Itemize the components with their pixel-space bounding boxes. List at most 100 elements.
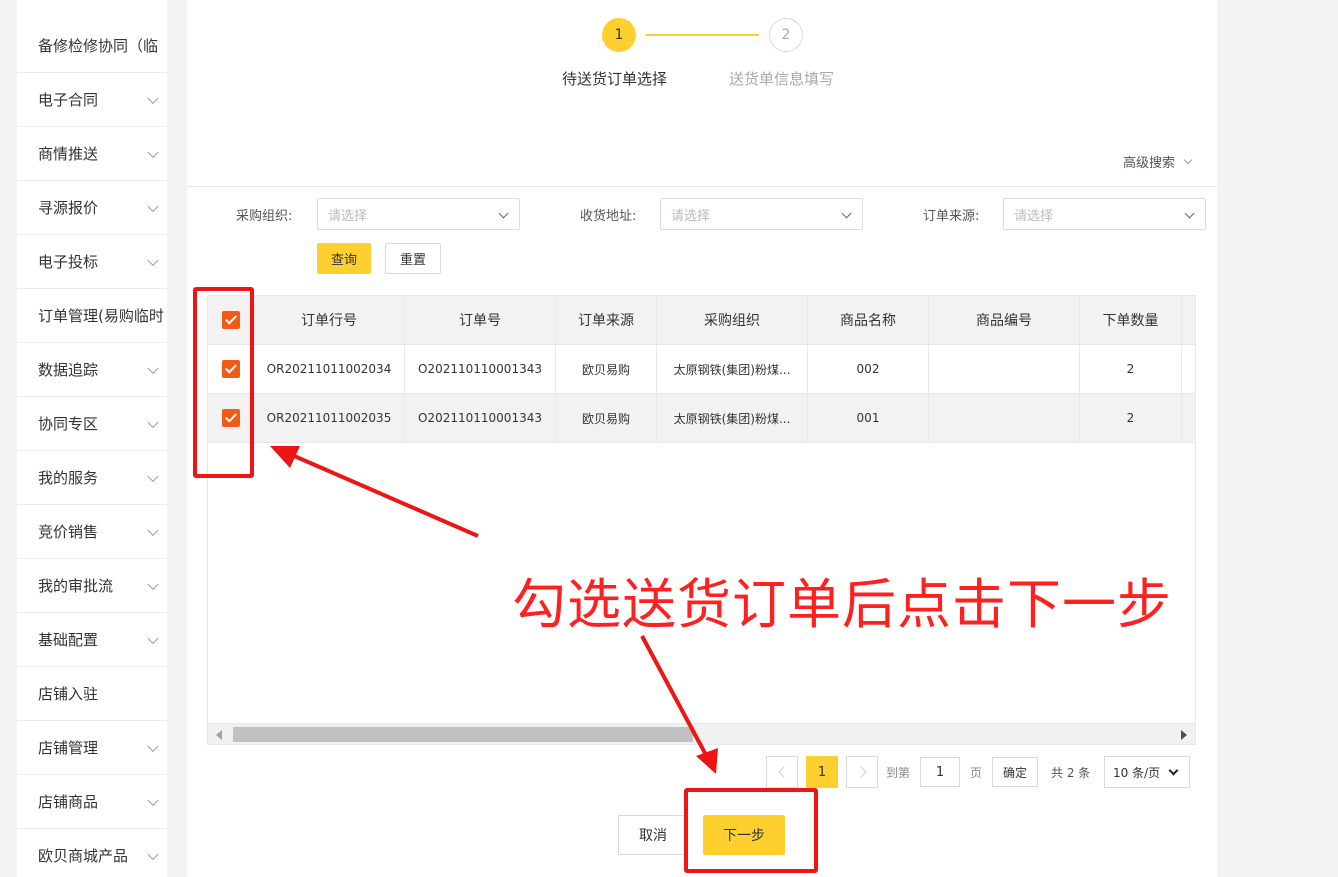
chevron-down-icon (147, 416, 159, 428)
horizontal-scrollbar[interactable] (208, 723, 1195, 744)
address-select[interactable]: 请选择 (660, 198, 863, 230)
step-2-label: 送货单信息填写 (729, 70, 835, 88)
sidebar-item-label: 我的服务 (38, 469, 99, 487)
step-connector (646, 34, 759, 36)
chevron-down-icon (498, 208, 509, 219)
column-header[interactable]: 商品编号 (929, 296, 1080, 344)
page-size-select[interactable]: 10 条/页 (1104, 756, 1190, 788)
sidebar-item-auction[interactable]: 竞价销售 (17, 505, 167, 559)
table-row[interactable]: OR20211011002034 O202110110001343 欧贝易购 太… (208, 345, 1195, 394)
sidebar-item-store-join[interactable]: 店铺入驻 (17, 667, 167, 721)
product-name-cell: 002 (808, 345, 929, 393)
column-header[interactable]: 订单行号 (254, 296, 405, 344)
sidebar-item-config[interactable]: 基础配置 (17, 613, 167, 667)
goto-confirm-button[interactable]: 确定 (992, 757, 1038, 787)
chevron-down-icon (147, 92, 159, 104)
chevron-down-icon (841, 208, 852, 219)
chevron-down-icon (1183, 155, 1193, 164)
chevron-left-icon (777, 766, 790, 778)
table-row[interactable]: OR20211011002035 O202110110001343 欧贝易购 太… (208, 394, 1195, 443)
page-1-button[interactable]: 1 (806, 756, 838, 788)
annotation-checkbox-highlight (193, 287, 254, 478)
chevron-down-icon (147, 470, 159, 482)
sidebar-item-tracking[interactable]: 数据追踪 (17, 343, 167, 397)
address-label: 收货地址: (580, 209, 637, 224)
column-header-overflow (1182, 296, 1195, 344)
source-select[interactable]: 请选择 (1003, 198, 1206, 230)
sidebar-item-label: 我的审批流 (38, 577, 114, 595)
goto-label: 到第 (886, 766, 911, 780)
scroll-left-icon[interactable] (216, 730, 222, 740)
scroll-right-icon[interactable] (1181, 730, 1187, 740)
prev-page-button[interactable] (766, 756, 798, 788)
overflow-cell (1182, 394, 1195, 442)
chevron-down-icon (147, 146, 159, 158)
chevron-down-icon (147, 848, 159, 860)
sidebar-item-collab[interactable]: 协同专区 (17, 397, 167, 451)
chevron-down-icon (147, 362, 159, 374)
sidebar-item-label: 店铺入驻 (38, 685, 99, 703)
sidebar-item-store-goods[interactable]: 店铺商品 (17, 775, 167, 829)
chevron-down-icon (147, 200, 159, 212)
chevron-down-icon (147, 578, 159, 590)
sidebar-item-store-manage[interactable]: 店铺管理 (17, 721, 167, 775)
quantity-cell: 2 (1080, 394, 1182, 442)
purchase-org-label: 采购组织: (236, 209, 293, 224)
goto-page-input[interactable]: 1 (920, 757, 960, 787)
sidebar-item-approval[interactable]: 我的审批流 (17, 559, 167, 613)
column-header[interactable]: 采购组织 (657, 296, 808, 344)
org-cell: 太原钢铁(集团)粉煤... (657, 394, 808, 442)
chevron-down-icon (147, 740, 159, 752)
sidebar-item-repair[interactable]: 备修检修协同（临 (17, 19, 167, 73)
cancel-button[interactable]: 取消 (618, 815, 688, 855)
table-header: 订单行号 订单号 订单来源 采购组织 商品名称 商品编号 下单数量 (208, 296, 1195, 345)
sidebar-item-mall-products[interactable]: 欧贝商城产品 (17, 829, 167, 877)
sidebar-item-bidding[interactable]: 电子投标 (17, 235, 167, 289)
address-placeholder: 请选择 (671, 208, 711, 224)
overflow-cell (1182, 345, 1195, 393)
purchase-org-placeholder: 请选择 (328, 208, 368, 224)
order-no-cell: O202110110001343 (405, 345, 556, 393)
source-cell: 欧贝易购 (556, 394, 657, 442)
sidebar-item-label: 协同专区 (38, 415, 99, 433)
purchase-org-select[interactable]: 请选择 (317, 198, 520, 230)
query-button[interactable]: 查询 (317, 243, 371, 274)
sidebar-item-label: 欧贝商城产品 (38, 847, 129, 865)
sidebar-item-business-push[interactable]: 商情推送 (17, 127, 167, 181)
divider (187, 186, 1217, 187)
order-no-cell: O202110110001343 (405, 394, 556, 442)
org-cell: 太原钢铁(集团)粉煤... (657, 345, 808, 393)
chevron-down-icon (147, 632, 159, 644)
annotation-next-highlight (684, 788, 818, 873)
quantity-cell: 2 (1080, 345, 1182, 393)
sidebar-item-label: 备修检修协同（临 (38, 37, 159, 55)
product-code-cell (929, 394, 1080, 442)
advanced-search-label: 高级搜索 (1122, 156, 1175, 171)
step-1-label: 待送货订单选择 (562, 70, 668, 88)
line-no-cell: OR20211011002035 (254, 394, 405, 442)
total-count: 共 2 条 (1051, 766, 1091, 780)
column-header[interactable]: 订单来源 (556, 296, 657, 344)
sidebar-item-orders[interactable]: 订单管理(易购临时 (17, 289, 167, 343)
column-header[interactable]: 下单数量 (1080, 296, 1182, 344)
page-unit-label: 页 (970, 766, 983, 780)
chevron-down-icon (147, 524, 159, 536)
sidebar-item-services[interactable]: 我的服务 (17, 451, 167, 505)
product-name-cell: 001 (808, 394, 929, 442)
sidebar-item-label: 数据追踪 (38, 361, 99, 379)
sidebar-item-label: 寻源报价 (38, 199, 99, 217)
sidebar-item-contract[interactable]: 电子合同 (17, 73, 167, 127)
column-header[interactable]: 商品名称 (808, 296, 929, 344)
main-panel: 1 2 待送货订单选择 送货单信息填写 高级搜索 采购组织: 请选择 收货地址:… (187, 0, 1217, 877)
step-2-indicator: 2 (769, 18, 803, 52)
sidebar-item-sourcing[interactable]: 寻源报价 (17, 181, 167, 235)
sidebar-item-label: 竞价销售 (38, 523, 99, 541)
sidebar-item-label: 电子投标 (38, 253, 99, 271)
column-header[interactable]: 订单号 (405, 296, 556, 344)
orders-table: 订单行号 订单号 订单来源 采购组织 商品名称 商品编号 下单数量 OR2021… (207, 295, 1196, 745)
advanced-search-toggle[interactable]: 高级搜索 (1122, 152, 1193, 171)
chevron-down-icon (147, 254, 159, 266)
next-page-button[interactable] (846, 756, 878, 788)
scrollbar-thumb[interactable] (233, 727, 693, 742)
reset-button[interactable]: 重置 (385, 243, 441, 274)
